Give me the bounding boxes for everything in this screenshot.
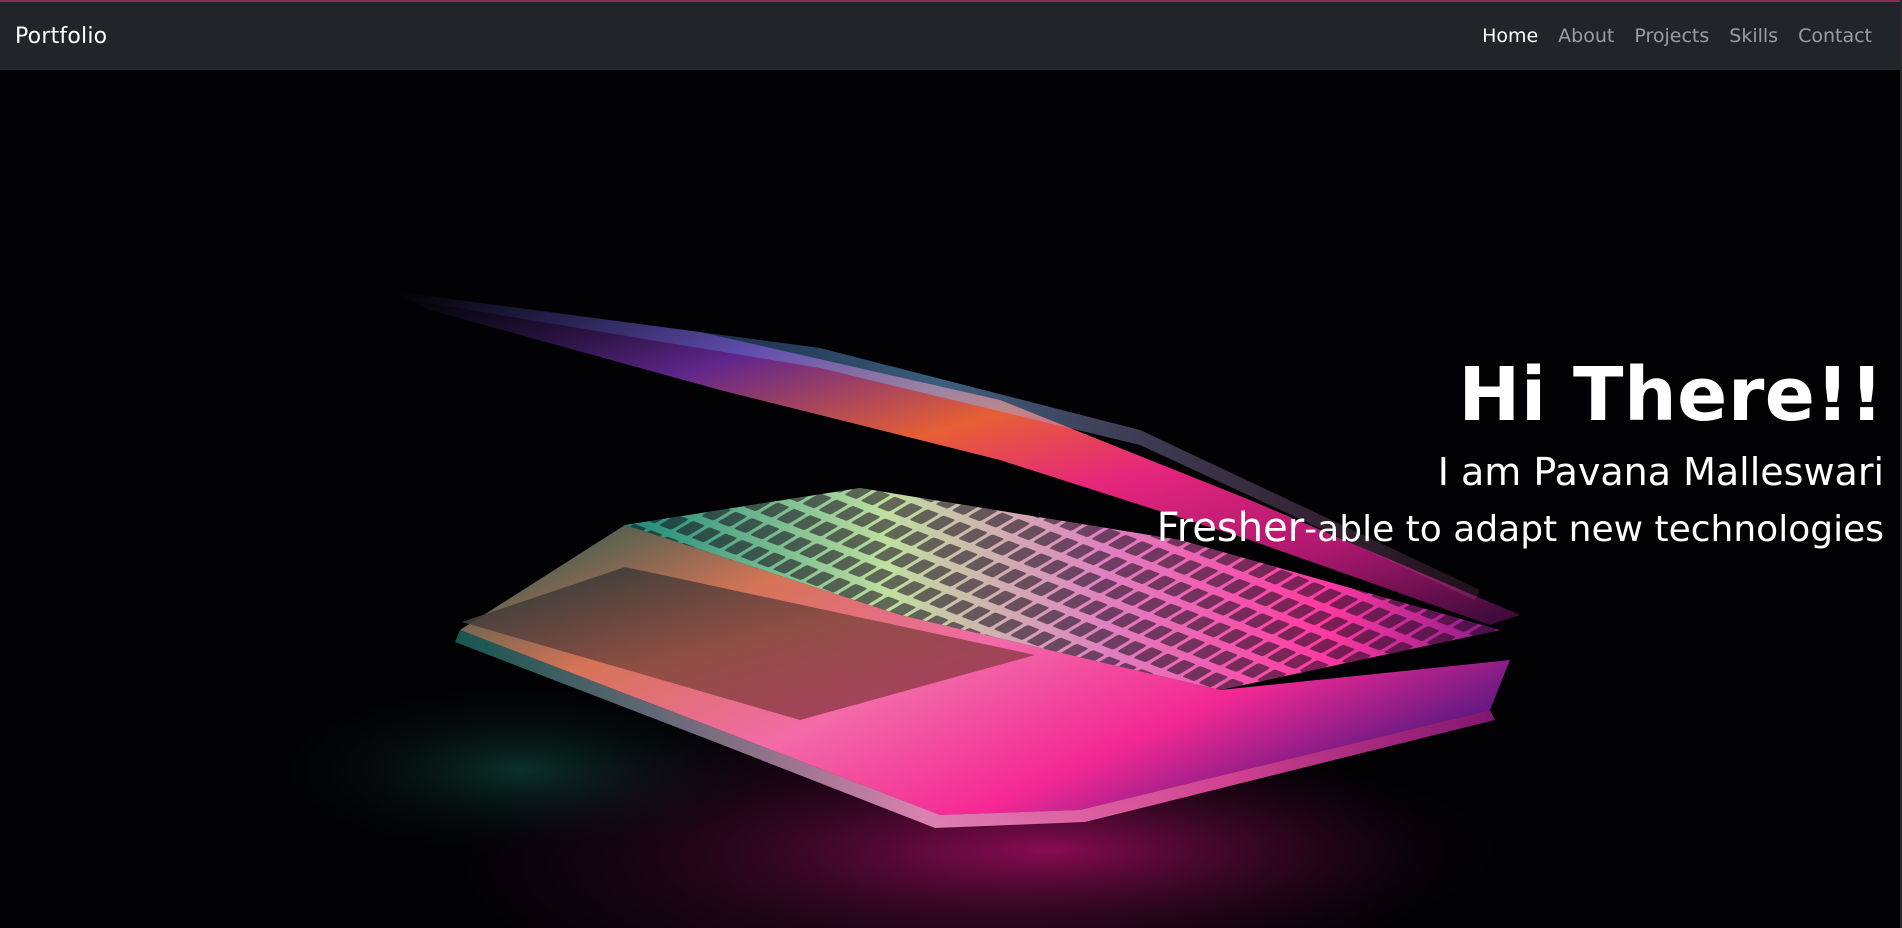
portfolio-page: Portfolio Home About Projects Skills Con… <box>0 0 1902 928</box>
nav-link-projects[interactable]: Projects <box>1624 25 1719 47</box>
nav-links: Home About Projects Skills Contact <box>1472 25 1882 47</box>
navbar: Portfolio Home About Projects Skills Con… <box>0 2 1902 70</box>
tagline-rest: -able to adapt new technologies <box>1304 509 1884 550</box>
nav-link-about[interactable]: About <box>1548 25 1624 47</box>
nav-link-home[interactable]: Home <box>1472 25 1548 47</box>
hero-tagline: Fresher-able to adapt new technologies <box>1157 500 1884 558</box>
hero-title: Hi There!! <box>1458 352 1884 438</box>
nav-link-contact[interactable]: Contact <box>1788 25 1882 47</box>
hero-section: Hi There!! I am Pavana Malleswari Freshe… <box>0 70 1902 928</box>
hero-name: I am Pavana Malleswari <box>1437 450 1884 494</box>
nav-link-skills[interactable]: Skills <box>1719 25 1788 47</box>
tagline-emphasis: Fresher <box>1156 505 1305 551</box>
hero-text: Hi There!! I am Pavana Malleswari Freshe… <box>1157 352 1884 558</box>
brand-link[interactable]: Portfolio <box>15 24 107 49</box>
